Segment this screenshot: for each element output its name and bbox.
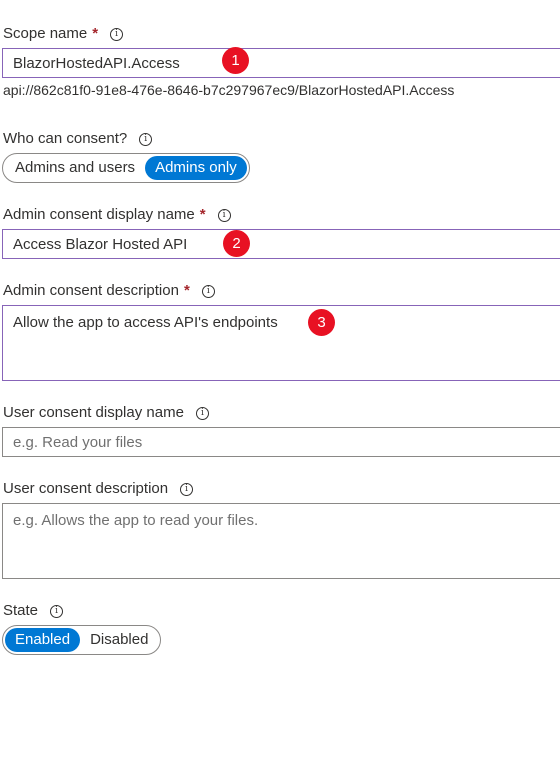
admin-display-name-value: Access Blazor Hosted API [13, 235, 188, 253]
state-label: State [3, 602, 39, 619]
admin-description-label-row: Admin consent description * i [3, 281, 215, 301]
admin-description-value: Allow the app to access API's endpoints [13, 314, 278, 331]
info-icon[interactable]: i [139, 132, 153, 146]
state-toggle[interactable]: Enabled Disabled [2, 625, 162, 655]
info-icon[interactable]: i [110, 27, 124, 41]
scope-name-label-row: Scope name * i [3, 24, 124, 44]
user-display-name-input[interactable]: e.g. Read your files [2, 427, 560, 457]
admin-description-label: Admin consent description [3, 282, 179, 299]
option-admins-only[interactable]: Admins only [145, 156, 247, 180]
option-disabled[interactable]: Disabled [80, 628, 158, 652]
info-icon[interactable]: i [50, 604, 64, 618]
scope-uri: api://862c81f0-91e8-476e-8646-b7c297967e… [3, 82, 455, 98]
user-description-textarea[interactable]: e.g. Allows the app to read your files. [2, 503, 560, 579]
info-icon[interactable]: i [195, 406, 209, 420]
info-icon[interactable]: i [180, 482, 194, 496]
info-icon[interactable]: i [217, 208, 231, 222]
who-can-consent-label-row: Who can consent? i [3, 129, 153, 149]
admin-display-name-input[interactable]: Access Blazor Hosted API [2, 229, 560, 259]
annotation-badge-2: 2 [223, 230, 250, 257]
state-label-row: State i [3, 601, 64, 621]
required-asterisk: * [199, 206, 206, 223]
option-admins-and-users[interactable]: Admins and users [5, 156, 145, 180]
scope-name-value: BlazorHostedAPI.Access [13, 54, 180, 72]
admin-display-name-label: Admin consent display name [3, 206, 195, 223]
who-can-consent-toggle[interactable]: Admins and users Admins only [2, 153, 250, 183]
info-icon[interactable]: i [201, 284, 215, 298]
user-description-placeholder: e.g. Allows the app to read your files. [13, 512, 259, 529]
user-display-name-label-row: User consent display name i [3, 403, 209, 423]
admin-description-textarea[interactable]: Allow the app to access API's endpoints [2, 305, 560, 381]
annotation-badge-3: 3 [308, 309, 335, 336]
annotation-badge-1: 1 [222, 47, 249, 74]
admin-display-name-label-row: Admin consent display name * i [3, 205, 231, 225]
required-asterisk: * [92, 25, 99, 42]
user-display-name-label: User consent display name [3, 404, 184, 421]
who-can-consent-label: Who can consent? [3, 130, 128, 147]
scope-name-label: Scope name [3, 25, 88, 42]
option-enabled[interactable]: Enabled [5, 628, 81, 652]
scope-name-input[interactable]: BlazorHostedAPI.Access [2, 48, 560, 78]
user-description-label-row: User consent description i [3, 479, 194, 499]
user-description-label: User consent description [3, 480, 169, 497]
required-asterisk: * [183, 282, 190, 299]
user-display-name-placeholder: e.g. Read your files [13, 433, 143, 451]
